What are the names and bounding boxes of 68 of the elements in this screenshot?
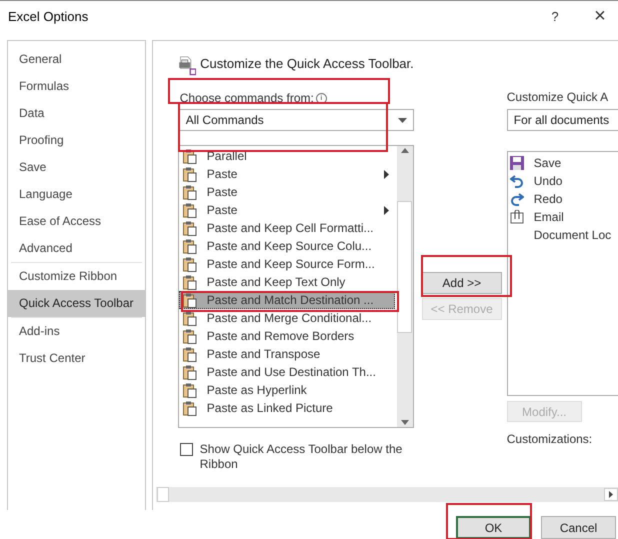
toolbar-item[interactable]: Save (508, 154, 618, 172)
clipboard-icon (182, 274, 197, 290)
customizations-label: Customizations: (506, 432, 592, 446)
toolbar-item[interactable]: Document Loc (508, 226, 618, 244)
scroll-up-icon (400, 148, 409, 153)
sidebar-item[interactable]: Language (8, 181, 145, 208)
sidebar-item[interactable]: Trust Center (8, 345, 145, 372)
sidebar-item[interactable]: Quick Access Toolbar (8, 290, 145, 317)
checkbox[interactable] (180, 443, 193, 456)
undo-arrow-icon (510, 174, 524, 188)
sidebar-item[interactable]: Add-ins (8, 318, 145, 345)
clipboard-icon (182, 256, 197, 272)
scroll-right-icon[interactable] (604, 488, 618, 501)
customize-toolbar-label: Customize Quick A (506, 90, 610, 104)
command-item[interactable]: Paste and Merge Conditional... (178, 309, 397, 327)
command-item[interactable]: Paste (178, 165, 397, 183)
clipboard-icon (182, 328, 197, 344)
clipboard-icon (182, 364, 197, 380)
scroll-down-icon (400, 420, 409, 425)
command-item[interactable]: Paste and Keep Source Form... (178, 255, 397, 273)
clipboard-icon (182, 292, 197, 308)
help-button[interactable]: ? (545, 9, 565, 24)
documents-dropdown[interactable]: For all documents (506, 109, 618, 131)
caret-icon (398, 118, 407, 122)
sidebar-item[interactable]: Proofing (8, 127, 145, 154)
sidebar-item[interactable]: Ease of Access (8, 208, 145, 235)
redo-arrow-icon (510, 192, 524, 206)
clipboard-icon (182, 400, 197, 416)
clipboard-icon (182, 346, 197, 362)
toolbar-item[interactable]: Undo (508, 172, 618, 190)
command-item[interactable]: Paste and Remove Borders (178, 327, 397, 345)
scroll-thumb[interactable] (156, 487, 169, 502)
sidebar-item[interactable]: Customize Ribbon (8, 263, 145, 290)
clipboard-icon (182, 166, 197, 182)
command-item[interactable]: Paste as Hyperlink (178, 381, 397, 399)
command-item[interactable]: Paste and Transpose (178, 345, 397, 363)
clipboard-icon (182, 238, 197, 254)
sidebar-item[interactable]: Save (8, 154, 145, 181)
command-item[interactable]: Paste (178, 201, 397, 219)
clipboard-icon (182, 220, 197, 236)
command-item[interactable]: Parallel (178, 147, 397, 165)
cancel-button[interactable]: Cancel (541, 516, 616, 539)
choose-commands-label: Choose commands from: (180, 91, 314, 105)
clipboard-icon (182, 382, 197, 398)
sidebar-item[interactable]: Data (8, 100, 145, 127)
command-item[interactable]: Paste and Keep Text Only (178, 273, 397, 291)
command-item[interactable]: Paste and Use Destination Th... (178, 363, 397, 381)
commands-dropdown[interactable]: All Commands (178, 109, 414, 131)
command-item[interactable]: Paste (178, 183, 397, 201)
toolbar-item[interactable]: Redo (508, 190, 618, 208)
sidebar-item[interactable]: General (8, 46, 145, 73)
section-title: Customize the Quick Access Toolbar. (200, 56, 414, 70)
clipboard-icon (182, 202, 197, 218)
command-item[interactable]: Paste and Keep Source Colu... (178, 237, 397, 255)
sidebar-item[interactable]: Formulas (8, 73, 145, 100)
checkbox-label: Show Quick Access Toolbar below the Ribbon (200, 442, 404, 472)
ok-button[interactable]: OK (456, 516, 531, 539)
close-button[interactable]: × (590, 5, 610, 28)
toolbar-item[interactable]: Email (508, 208, 618, 226)
clipboard-icon (182, 310, 197, 326)
command-item[interactable]: Paste as Linked Picture (178, 399, 397, 417)
clipboard-icon (182, 184, 197, 200)
add-button[interactable]: Add >> (422, 272, 502, 294)
window-title: Excel Options (8, 9, 90, 24)
horizontal-scrollbar[interactable] (156, 487, 618, 502)
command-item[interactable]: Paste and Keep Cell Formatti... (178, 219, 397, 237)
sidebar-item[interactable]: Advanced (8, 235, 145, 262)
scrollbar[interactable] (396, 146, 413, 427)
